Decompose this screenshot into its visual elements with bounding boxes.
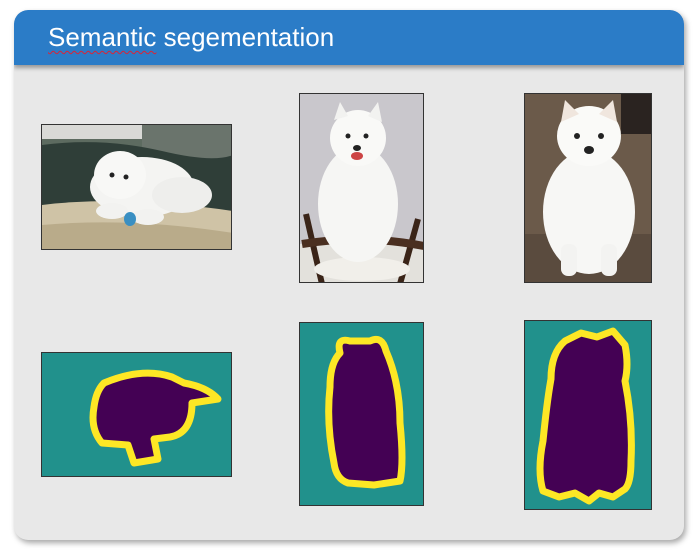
slide: Semantic segementation [14,10,684,540]
mask-dog-chair[interactable] [299,322,424,506]
mask-dog-sitting-drawing [525,321,651,509]
photo-dog-chair[interactable] [299,93,424,283]
photo-dog-lying[interactable] [41,124,232,250]
photo-dog-lying-drawing [42,125,231,249]
mask-dog-lying-drawing [42,353,231,476]
photo-dog-sitting[interactable] [524,93,652,283]
title-word-semantic: Semantic [48,22,157,52]
mask-dog-sitting[interactable] [524,320,652,510]
mask-dog-lying[interactable] [41,352,232,477]
title-bar: Semantic segementation [14,10,684,65]
photo-dog-sitting-drawing [525,94,651,282]
title-word-segmentation: segementation [156,22,335,52]
mask-dog-chair-drawing [300,323,423,505]
slide-title[interactable]: Semantic segementation [48,22,334,52]
photo-dog-chair-drawing [300,94,423,282]
